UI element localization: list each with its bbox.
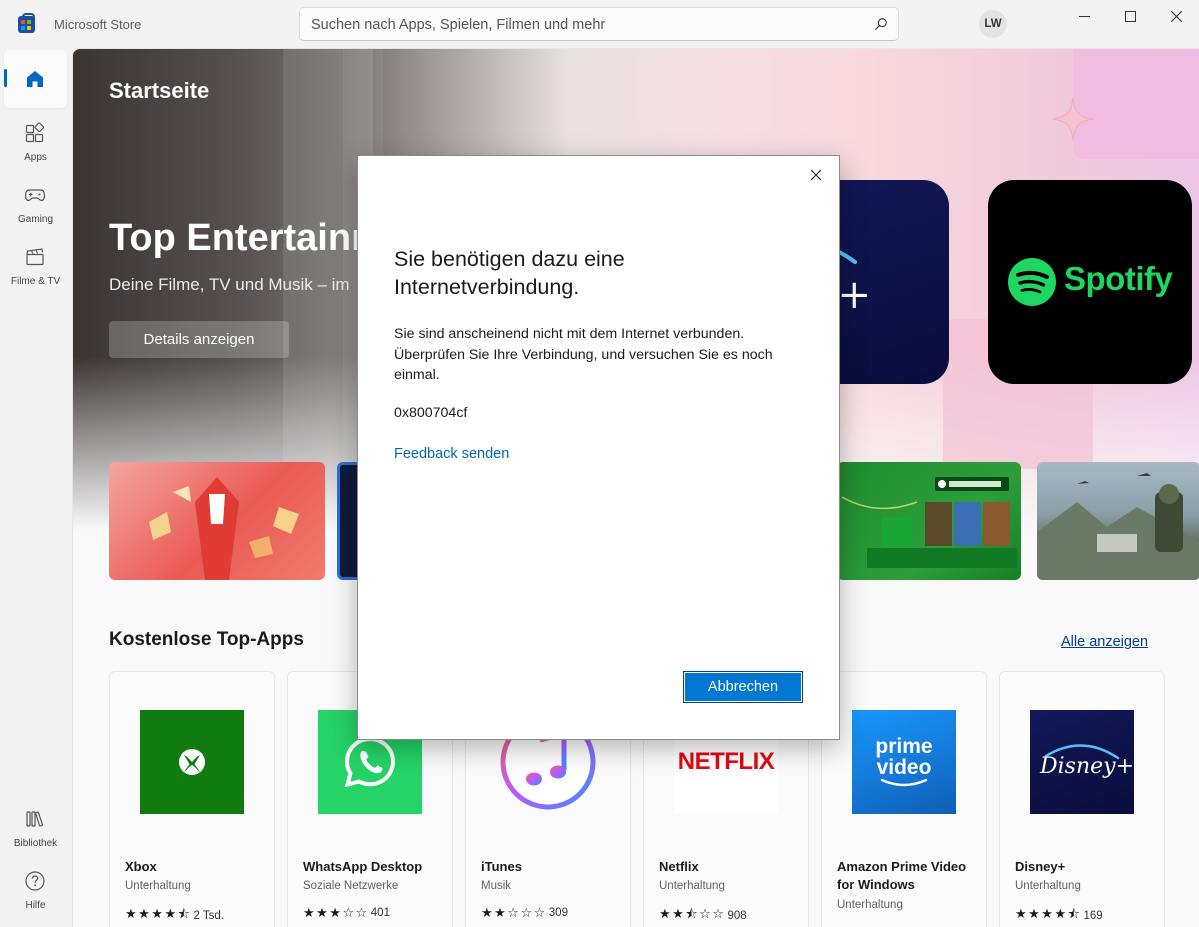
- app-name: WhatsApp Desktop: [303, 859, 423, 874]
- home-icon: [27, 71, 43, 87]
- maximize-button[interactable]: [1107, 0, 1153, 32]
- netflix-wordmark: NETFLIX: [677, 748, 775, 775]
- promo-card-halo[interactable]: [1037, 462, 1199, 580]
- store-logo-icon: [18, 13, 35, 33]
- nav-item-apps[interactable]: Apps: [4, 112, 67, 170]
- clapperboard-icon: [26, 248, 44, 266]
- app-rating: ★★★☆☆ 401: [303, 905, 390, 921]
- prime-wordmark: prime: [875, 735, 933, 758]
- nav-label-library: Bibliothek: [13, 838, 58, 849]
- search-input[interactable]: Suchen nach Apps, Spielen, Filmen und me…: [311, 17, 605, 33]
- minimize-icon: [1078, 15, 1090, 17]
- nav-label-gaming: Gaming: [17, 214, 53, 225]
- feedback-link[interactable]: Feedback senden: [394, 446, 509, 462]
- spotify-logo-icon: [1008, 258, 1056, 306]
- app-name: Xbox: [125, 859, 157, 874]
- rating-count: 169: [1083, 910, 1103, 922]
- app-title: Microsoft Store: [54, 17, 142, 32]
- app-name: Disney+: [1015, 859, 1066, 874]
- close-window-button[interactable]: [1153, 0, 1199, 32]
- star-rating-icon: ★★★★⯪: [125, 906, 192, 921]
- search-box[interactable]: Suchen nach Apps, Spielen, Filmen und me…: [299, 7, 899, 41]
- app-rating: ★★★★⯪ 2 Tsd.: [125, 905, 224, 927]
- rating-count: 2 Tsd.: [193, 910, 224, 922]
- section-title: Kostenlose Top-Apps: [109, 629, 304, 650]
- app-name: Netflix: [659, 859, 699, 874]
- smile-arrow-icon: [880, 778, 928, 787]
- close-icon: [1170, 10, 1182, 22]
- app-rating: ★★⯪☆☆ 908: [659, 905, 747, 927]
- error-code: 0x800704cf: [394, 405, 468, 421]
- hero-title: Top Entertainm: [109, 217, 385, 259]
- disney-wordmark: Disney+: [1040, 754, 1135, 779]
- nav-item-gaming[interactable]: Gaming: [4, 174, 67, 232]
- dialog-title: Sie benötigen dazu eine Internetverbindu…: [394, 247, 625, 299]
- app-category: Unterhaltung: [837, 899, 903, 911]
- app-card-prime-video[interactable]: prime video Amazon Prime Video for Windo…: [821, 671, 987, 927]
- star-rating-icon: ★★☆☆☆: [481, 905, 547, 920]
- nav-item-movies-tv[interactable]: Filme & TV: [4, 236, 67, 294]
- library-icon: [26, 811, 43, 827]
- gamepad-icon: [24, 189, 46, 202]
- promo-card-game-pass[interactable]: [837, 462, 1021, 580]
- app-category: Soziale Netzwerke: [303, 880, 399, 892]
- active-indicator: [4, 69, 7, 87]
- page-title: Startseite: [109, 78, 210, 103]
- rating-count: 309: [548, 907, 568, 919]
- nav-item-library[interactable]: Bibliothek: [4, 798, 67, 856]
- nav-item-home[interactable]: [4, 50, 67, 108]
- app-category: Unterhaltung: [125, 880, 191, 892]
- app-name: Amazon Prime Video for Windows: [837, 859, 967, 892]
- app-name: iTunes: [481, 859, 522, 874]
- dialog-message: Sie sind anscheinend nicht mit dem Inter…: [394, 326, 773, 383]
- halo-art-icon: [1037, 473, 1199, 580]
- fox-illustration-icon: [149, 477, 299, 580]
- hero-subtitle: Deine Filme, TV und Musik – im: [109, 275, 350, 294]
- see-all-link[interactable]: Alle anzeigen: [1061, 634, 1148, 650]
- app-category: Musik: [481, 880, 512, 892]
- maximize-icon: [1124, 10, 1136, 22]
- app-rating: ★★★★⯪ 169: [1015, 905, 1103, 927]
- cancel-button[interactable]: Abbrechen: [683, 671, 803, 703]
- app-card-xbox[interactable]: Xbox Unterhaltung ★★★★⯪ 2 Tsd.: [109, 671, 275, 927]
- nav-label-movies-tv: Filme & TV: [10, 276, 61, 287]
- rating-count: 401: [370, 907, 390, 919]
- minimize-button[interactable]: [1061, 0, 1107, 32]
- title-bar: Microsoft Store Suchen nach Apps, Spiele…: [0, 0, 1199, 48]
- game-pass-art-icon: [841, 477, 1017, 568]
- app-category: Unterhaltung: [659, 880, 725, 892]
- star-rating-icon: ★★★☆☆: [303, 905, 369, 920]
- error-dialog: Sie benötigen dazu eine Internetverbindu…: [357, 155, 840, 740]
- user-avatar[interactable]: LW: [979, 10, 1007, 38]
- dialog-close-button[interactable]: [807, 166, 825, 184]
- spotify-wordmark: Spotify: [1064, 260, 1173, 297]
- app-category: Unterhaltung: [1015, 880, 1081, 892]
- rating-count: 908: [727, 910, 747, 922]
- star-rating-icon: ★★★★⯪: [1015, 906, 1082, 921]
- app-card-disney-plus[interactable]: Disney+ Disney+ Unterhaltung ★★★★⯪ 169: [999, 671, 1165, 927]
- help-icon: [25, 871, 45, 891]
- sparkle-icon: [1051, 97, 1095, 141]
- nav-label-help: Hilfe: [25, 900, 46, 911]
- nav-item-help[interactable]: Hilfe: [4, 860, 67, 918]
- side-navigation: Apps Gaming Filme & TV Bibliothek Hilfe: [0, 48, 72, 927]
- promo-card-fox[interactable]: [109, 462, 325, 580]
- star-rating-icon: ★★⯪☆☆: [659, 906, 726, 921]
- nav-label-apps: Apps: [24, 152, 47, 163]
- video-wordmark: video: [876, 756, 932, 779]
- disney-plus-icon: Disney+: [1030, 710, 1134, 814]
- xbox-icon: [140, 710, 244, 814]
- prime-video-icon: prime video: [852, 710, 956, 814]
- app-rating: ★★☆☆☆ 309: [481, 905, 568, 921]
- spotify-tile[interactable]: Spotify: [988, 180, 1192, 384]
- close-icon: [810, 169, 822, 181]
- apps-grid-icon: [25, 122, 45, 143]
- search-icon[interactable]: [874, 17, 888, 31]
- details-button[interactable]: Details anzeigen: [109, 321, 289, 358]
